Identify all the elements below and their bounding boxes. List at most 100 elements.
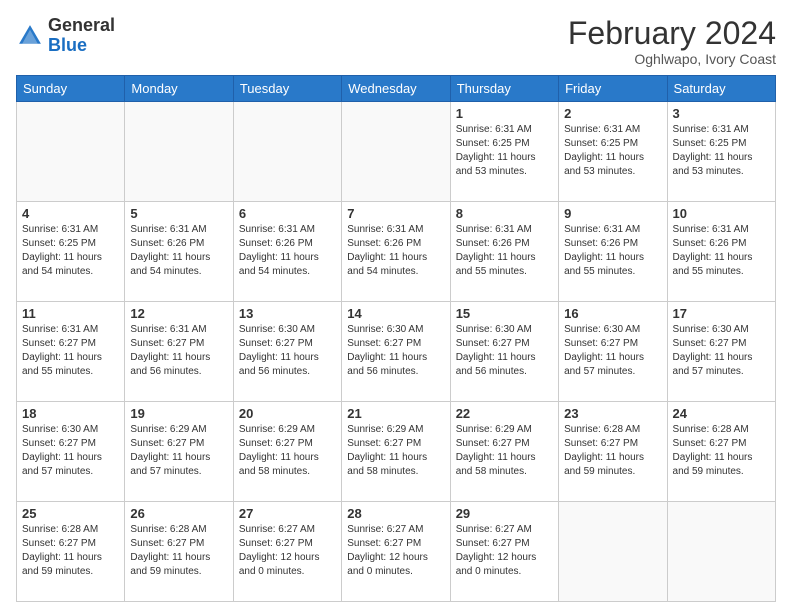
day-info: Sunrise: 6:31 AMSunset: 6:26 PMDaylight:…	[564, 223, 661, 279]
day-info: Sunrise: 6:31 AMSunset: 6:26 PMDaylight:…	[673, 223, 770, 279]
day-info: Sunrise: 6:31 AMSunset: 6:25 PMDaylight:…	[22, 223, 119, 279]
week-row-1: 4 Sunrise: 6:31 AMSunset: 6:25 PMDaylight…	[17, 202, 776, 302]
calendar-cell: 17 Sunrise: 6:30 AMSunset: 6:27 PMDayligh…	[667, 302, 775, 402]
calendar-cell: 12 Sunrise: 6:31 AMSunset: 6:27 PMDayligh…	[125, 302, 233, 402]
calendar-cell: 23 Sunrise: 6:28 AMSunset: 6:27 PMDayligh…	[559, 402, 667, 502]
day-info: Sunrise: 6:31 AMSunset: 6:26 PMDaylight:…	[130, 223, 227, 279]
calendar-cell: 5 Sunrise: 6:31 AMSunset: 6:26 PMDaylight…	[125, 202, 233, 302]
calendar-cell: 13Sunrise: 6:30 AMSunset: 6:27 PMDayligh…	[233, 302, 341, 402]
calendar-cell: 14 Sunrise: 6:30 AMSunset: 6:27 PMDayligh…	[342, 302, 450, 402]
day-info: Sunrise: 6:28 AMSunset: 6:27 PMDaylight:…	[564, 423, 661, 479]
logo-blue: Blue	[48, 35, 87, 55]
logo-general: General	[48, 15, 115, 35]
day-number: 18	[22, 406, 119, 421]
column-header-tuesday: Tuesday	[233, 76, 341, 102]
calendar-cell: 10 Sunrise: 6:31 AMSunset: 6:26 PMDayligh…	[667, 202, 775, 302]
calendar-cell: 24Sunrise: 6:28 AMSunset: 6:27 PMDayligh…	[667, 402, 775, 502]
day-info: Sunrise: 6:29 AMSunset: 6:27 PMDaylight:…	[456, 423, 553, 479]
day-number: 15	[456, 306, 553, 321]
week-row-2: 11 Sunrise: 6:31 AMSunset: 6:27 PMDayligh…	[17, 302, 776, 402]
logo-text: General Blue	[48, 16, 115, 56]
day-number: 6	[239, 206, 336, 221]
calendar-cell	[233, 102, 341, 202]
day-info: Sunrise: 6:30 AMSunset: 6:27 PMDaylight:…	[673, 323, 770, 379]
month-title: February 2024	[568, 16, 776, 51]
day-info: Sunrise: 6:31 AMSunset: 6:26 PMDaylight:…	[456, 223, 553, 279]
week-row-0: 1 Sunrise: 6:31 AMSunset: 6:25 PMDaylight…	[17, 102, 776, 202]
day-info: Sunrise: 6:28 AMSunset: 6:27 PMDaylight:…	[130, 523, 227, 579]
day-number: 11	[22, 306, 119, 321]
column-header-wednesday: Wednesday	[342, 76, 450, 102]
calendar-cell	[667, 502, 775, 602]
day-number: 17	[673, 306, 770, 321]
calendar-cell: 6 Sunrise: 6:31 AMSunset: 6:26 PMDaylight…	[233, 202, 341, 302]
day-number: 22	[456, 406, 553, 421]
day-number: 29	[456, 506, 553, 521]
day-info: Sunrise: 6:30 AMSunset: 6:27 PMDaylight:…	[22, 423, 119, 479]
calendar-cell: 9 Sunrise: 6:31 AMSunset: 6:26 PMDaylight…	[559, 202, 667, 302]
day-number: 8	[456, 206, 553, 221]
day-info: Sunrise: 6:31 AMSunset: 6:26 PMDaylight:…	[347, 223, 444, 279]
calendar-cell	[342, 102, 450, 202]
week-row-4: 25 Sunrise: 6:28 AMSunset: 6:27 PMDayligh…	[17, 502, 776, 602]
calendar-cell: 11Sunrise: 6:31 AMSunset: 6:27 PMDayligh…	[17, 302, 125, 402]
column-header-monday: Monday	[125, 76, 233, 102]
day-info: Sunrise: 6:31 AMSunset: 6:27 PMDaylight:…	[130, 323, 227, 379]
day-info: Sunrise: 6:31 AMSunset: 6:25 PMDaylight:…	[564, 123, 661, 179]
day-number: 13	[239, 306, 336, 321]
day-number: 21	[347, 406, 444, 421]
column-header-saturday: Saturday	[667, 76, 775, 102]
logo-icon	[16, 22, 44, 50]
column-header-friday: Friday	[559, 76, 667, 102]
calendar-cell: 16 Sunrise: 6:30 AMSunset: 6:27 PMDayligh…	[559, 302, 667, 402]
day-number: 19	[130, 406, 227, 421]
calendar-cell	[559, 502, 667, 602]
day-number: 28	[347, 506, 444, 521]
calendar-cell: 28 Sunrise: 6:27 AMSunset: 6:27 PMDayligh…	[342, 502, 450, 602]
day-info: Sunrise: 6:27 AMSunset: 6:27 PMDaylight:…	[347, 523, 444, 579]
day-info: Sunrise: 6:31 AMSunset: 6:25 PMDaylight:…	[456, 123, 553, 179]
calendar-cell: 3 Sunrise: 6:31 AMSunset: 6:25 PMDaylight…	[667, 102, 775, 202]
day-number: 1	[456, 106, 553, 121]
day-info: Sunrise: 6:29 AMSunset: 6:27 PMDaylight:…	[130, 423, 227, 479]
column-header-sunday: Sunday	[17, 76, 125, 102]
calendar-cell: 1 Sunrise: 6:31 AMSunset: 6:25 PMDaylight…	[450, 102, 558, 202]
day-number: 27	[239, 506, 336, 521]
calendar-cell: 26Sunrise: 6:28 AMSunset: 6:27 PMDayligh…	[125, 502, 233, 602]
column-header-thursday: Thursday	[450, 76, 558, 102]
day-number: 20	[239, 406, 336, 421]
day-info: Sunrise: 6:31 AMSunset: 6:25 PMDaylight:…	[673, 123, 770, 179]
day-number: 5	[130, 206, 227, 221]
calendar-cell: 15 Sunrise: 6:30 AMSunset: 6:27 PMDayligh…	[450, 302, 558, 402]
day-number: 14	[347, 306, 444, 321]
day-info: Sunrise: 6:30 AMSunset: 6:27 PMDaylight:…	[347, 323, 444, 379]
calendar-cell: 22 Sunrise: 6:29 AMSunset: 6:27 PMDayligh…	[450, 402, 558, 502]
day-number: 3	[673, 106, 770, 121]
day-number: 2	[564, 106, 661, 121]
calendar-cell: 27 Sunrise: 6:27 AMSunset: 6:27 PMDayligh…	[233, 502, 341, 602]
day-info: Sunrise: 6:30 AMSunset: 6:27 PMDaylight:…	[564, 323, 661, 379]
day-number: 16	[564, 306, 661, 321]
location-subtitle: Oghlwapo, Ivory Coast	[568, 51, 776, 67]
page: General Blue February 2024 Oghlwapo, Ivo…	[0, 0, 792, 612]
day-number: 4	[22, 206, 119, 221]
day-number: 12	[130, 306, 227, 321]
day-number: 10	[673, 206, 770, 221]
calendar-cell: 29 Sunrise: 6:27 AMSunset: 6:27 PMDayligh…	[450, 502, 558, 602]
calendar-cell: 21Sunrise: 6:29 AMSunset: 6:27 PMDayligh…	[342, 402, 450, 502]
calendar-header-row: SundayMondayTuesdayWednesdayThursdayFrid…	[17, 76, 776, 102]
day-number: 23	[564, 406, 661, 421]
day-number: 25	[22, 506, 119, 521]
calendar-cell: 19 Sunrise: 6:29 AMSunset: 6:27 PMDayligh…	[125, 402, 233, 502]
day-info: Sunrise: 6:27 AMSunset: 6:27 PMDaylight:…	[239, 523, 336, 579]
calendar-cell: 7Sunrise: 6:31 AMSunset: 6:26 PMDaylight…	[342, 202, 450, 302]
day-info: Sunrise: 6:28 AMSunset: 6:27 PMDaylight:…	[673, 423, 770, 479]
calendar-cell: 20Sunrise: 6:29 AMSunset: 6:27 PMDayligh…	[233, 402, 341, 502]
title-area: February 2024 Oghlwapo, Ivory Coast	[568, 16, 776, 67]
day-info: Sunrise: 6:31 AMSunset: 6:26 PMDaylight:…	[239, 223, 336, 279]
day-info: Sunrise: 6:30 AMSunset: 6:27 PMDaylight:…	[456, 323, 553, 379]
week-row-3: 18 Sunrise: 6:30 AMSunset: 6:27 PMDayligh…	[17, 402, 776, 502]
calendar-cell: 4 Sunrise: 6:31 AMSunset: 6:25 PMDaylight…	[17, 202, 125, 302]
day-info: Sunrise: 6:27 AMSunset: 6:27 PMDaylight:…	[456, 523, 553, 579]
day-number: 9	[564, 206, 661, 221]
